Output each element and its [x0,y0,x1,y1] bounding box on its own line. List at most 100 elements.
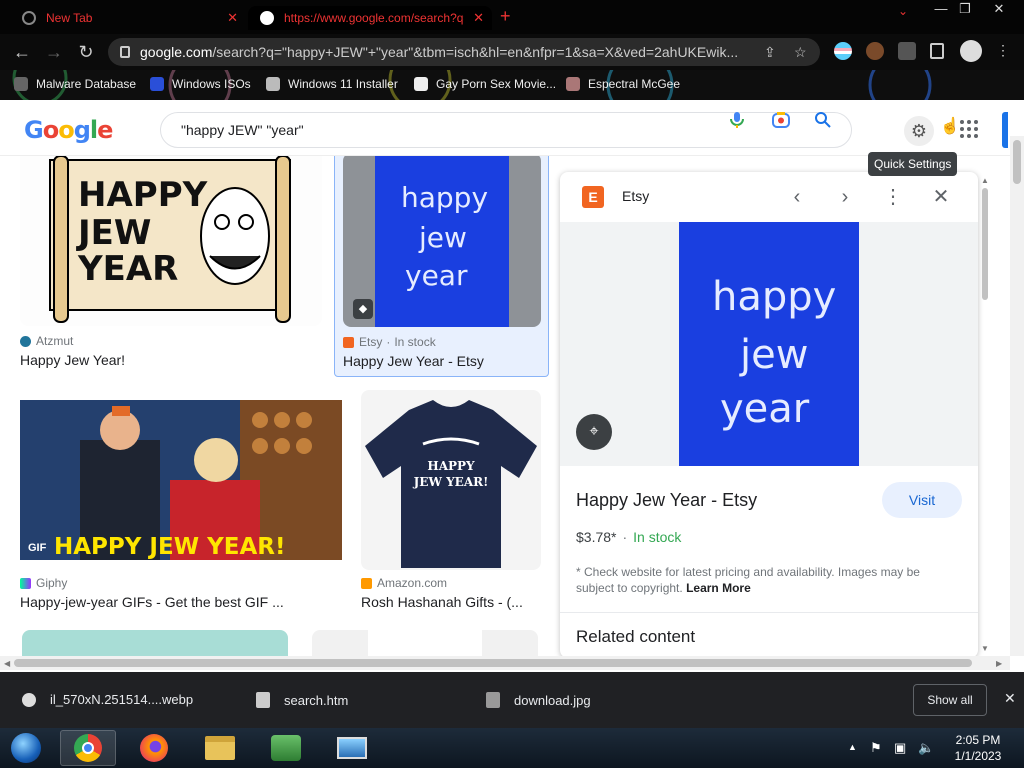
result-source[interactable]: Amazon.com [361,576,447,590]
forward-arrow-icon[interactable]: → [42,40,66,64]
close-panel-icon[interactable]: ✕ [928,184,954,210]
result-source[interactable]: Etsy · In stock [343,335,436,349]
bookmark-star-icon[interactable]: ☆ [794,44,807,61]
result-image[interactable]: HAPPY JEW YEAR [20,156,322,326]
close-tab-icon[interactable]: ✕ [473,10,484,26]
network-icon[interactable]: ▣ [894,740,906,756]
firefox-icon [140,734,168,762]
extension-avatar-icon[interactable] [866,42,884,60]
previous-chevron-icon[interactable]: ‹ [784,184,810,210]
quick-settings-gear-icon[interactable]: ⚙ [904,116,934,146]
reload-icon[interactable]: ↻ [74,40,98,64]
bookmark-malware-database[interactable]: Malware Database [14,77,136,91]
taskbar-file-explorer[interactable] [192,730,248,766]
download-shelf: il_570xN.251514....webp search.htm downl… [0,672,1024,728]
google-header: Google "happy JEW" "year" ⚙ [0,102,1010,156]
panel-scrollbar[interactable]: ▲ ▼ [978,176,992,656]
result-card-atzmut[interactable]: HAPPY JEW YEAR Atzmut Happy Jew Year! [20,156,322,372]
new-tab-plus-icon[interactable]: + [500,6,511,27]
scroll-up-arrow-icon[interactable]: ▲ [981,176,989,185]
page-scroll-thumb[interactable] [1013,140,1021,184]
result-title[interactable]: Happy-jew-year GIFs - Get the best GIF .… [20,594,320,610]
result-image[interactable]: happy jew year ◆ [343,156,541,327]
result-card-giphy[interactable]: HAPPY JEW YEAR! GIF Giphy Happy-jew-year… [20,400,342,616]
bookmark-espectral-mcgee[interactable]: Espectral McGee [566,77,680,91]
result-title[interactable]: Happy Jew Year - Etsy [343,353,543,369]
tab-search-chevron-icon[interactable]: ⌄ [898,4,908,18]
share-icon[interactable]: ⇪ [764,44,776,61]
result-image[interactable]: HAPPY JEW YEAR! GIF [20,400,342,560]
search-query[interactable]: "happy JEW" "year" [181,122,851,138]
result-card-partial[interactable] [22,630,288,656]
tab-google-search[interactable]: https://www.google.com/search?q= ✕ [248,6,492,30]
page-vertical-scrollbar[interactable] [1010,136,1024,656]
page-horizontal-scrollbar[interactable]: ◀ ▶ [0,656,1010,670]
result-card-partial[interactable] [312,630,538,656]
download-item-htm[interactable]: search.htm [256,692,348,708]
url-text: google.com/search?q="happy+JEW"+"year"&t… [140,44,739,60]
scroll-left-arrow-icon[interactable]: ◀ [4,659,10,668]
next-chevron-icon[interactable]: › [832,184,858,210]
extensions-puzzle-icon[interactable] [898,42,916,60]
result-source[interactable]: Atzmut [20,334,73,348]
start-button[interactable] [2,730,50,766]
result-title[interactable]: Happy Jew Year! [20,352,320,368]
result-image[interactable]: HAPPY JEW YEAR! [361,390,541,570]
action-center-flag-icon[interactable]: ⚑ [870,740,882,756]
back-arrow-icon[interactable]: ← [10,40,34,64]
result-source[interactable]: Giphy [20,576,67,590]
restore-icon[interactable]: ❐ [950,0,980,20]
download-item-jpg[interactable]: download.jpg [486,692,591,708]
download-item-webp[interactable]: il_570xN.251514....webp [22,692,193,707]
gif-badge: GIF [28,542,47,554]
image-file-icon [486,692,500,708]
scroll-down-arrow-icon[interactable]: ▼ [981,644,989,653]
profile-avatar-icon[interactable] [960,40,982,62]
price: $3.78* [576,529,617,545]
panel-scroll-thumb[interactable] [982,188,988,300]
visit-button[interactable]: Visit [882,482,962,518]
bookmark-windows-isos[interactable]: Windows ISOs [150,77,251,91]
taskbar-chrome[interactable] [60,730,116,766]
happy-jew-year-scroll-image: HAPPY JEW YEAR [49,156,291,323]
address-bar[interactable]: google.com/search?q="happy+JEW"+"year"&t… [108,38,820,66]
taskbar-network-app[interactable] [258,730,314,766]
close-download-bar-icon[interactable]: ✕ [1004,690,1016,707]
panel-site-name[interactable]: Etsy [622,188,649,204]
side-panel-icon[interactable] [930,43,944,59]
extension-flag-icon[interactable] [834,42,852,60]
google-lens-icon[interactable] [772,111,790,129]
more-options-icon[interactable]: ⋮ [880,184,906,210]
hand-pointer-cursor-icon: ☝ [940,118,960,135]
search-box[interactable]: "happy JEW" "year" [160,112,852,148]
result-card-etsy[interactable]: happy jew year ◆ Etsy · In stock Happy J… [334,156,549,377]
voice-search-mic-icon[interactable] [728,111,746,129]
close-tab-icon[interactable]: ✕ [227,10,238,26]
taskbar-firefox[interactable] [126,730,182,766]
search-icon[interactable] [814,111,832,129]
chrome-menu-icon[interactable]: ⋮ [996,42,1014,60]
tab-new-tab[interactable]: New Tab ✕ [0,6,246,30]
show-all-button[interactable]: Show all [913,684,987,716]
result-card-amazon[interactable]: HAPPY JEW YEAR! Amazon.com Rosh Hashanah… [361,390,541,616]
google-favicon-icon [260,11,274,25]
sign-in-button-edge[interactable] [1002,112,1008,148]
show-hidden-icons-icon[interactable]: ▲ [848,742,857,752]
bookmark-windows-11-installer[interactable]: Windows 11 Installer [266,77,398,91]
horizontal-scroll-thumb[interactable] [14,659,972,667]
bookmark-favicon-icon [266,77,280,91]
related-content-heading: Related content [576,627,696,646]
learn-more-link[interactable]: Learn More [686,581,751,595]
scroll-right-arrow-icon[interactable]: ▶ [996,659,1002,668]
taskbar-photo-viewer[interactable] [324,730,380,766]
google-doodle-logo[interactable]: Google [24,116,113,144]
result-title[interactable]: Rosh Hashanah Gifts - (... [361,594,539,610]
panel-title[interactable]: Happy Jew Year - Etsy [576,490,757,511]
google-apps-grid-icon[interactable] [960,120,980,140]
panel-image-area[interactable]: happy jew year [560,222,978,466]
system-clock[interactable]: 2:05 PM 1/1/2023 [946,732,1010,764]
volume-icon[interactable]: 🔈 [918,740,934,756]
close-window-icon[interactable]: ✕ [984,0,1014,20]
bookmark-gay-porn-sex-movie[interactable]: Gay Porn Sex Movie... [414,77,556,91]
lens-search-icon[interactable]: ⌖ [576,414,612,450]
